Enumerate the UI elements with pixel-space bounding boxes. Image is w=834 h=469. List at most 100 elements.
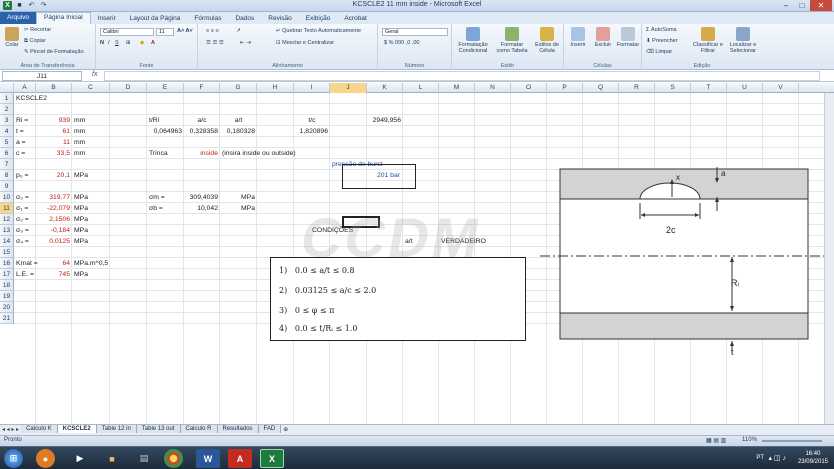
align-top-icon[interactable]: ≡ ≡ ≡ [206, 28, 219, 34]
column-header-n[interactable]: N [475, 83, 511, 93]
cell-a6[interactable]: c = [16, 148, 34, 159]
cell-g4[interactable]: 0,180328 [222, 126, 255, 137]
borders-icon[interactable]: ⊞ [126, 40, 131, 46]
cell-a8[interactable]: p₀ = [16, 170, 34, 181]
row-header-20[interactable]: 20 [0, 302, 14, 313]
vertical-scrollbar[interactable] [824, 93, 834, 424]
start-button[interactable]: ⊞ [4, 449, 23, 468]
cell-b11[interactable]: -22,079 [38, 203, 70, 214]
cell-b14[interactable]: 0,0125 [38, 236, 70, 247]
cell-e3[interactable]: t/Ri [149, 115, 182, 126]
tab-page-layout[interactable]: Layout da Página [123, 14, 188, 24]
row-header-3[interactable]: 3 [0, 115, 14, 126]
cell-e11[interactable]: σb = [149, 203, 182, 214]
delete-cells-button[interactable]: Excluir [591, 27, 615, 48]
cell-k3[interactable]: 2949,956 [369, 115, 401, 126]
column-header-q[interactable]: Q [583, 83, 619, 93]
merge-center-button[interactable]: ⊡ Mesclar e Centralizar [276, 40, 334, 46]
cell-f6[interactable]: inside [186, 148, 218, 159]
cell-g10[interactable]: MPa [222, 192, 255, 203]
cell-a10[interactable]: σ₀ = [16, 192, 34, 203]
cell-b13[interactable]: -0,184 [38, 225, 70, 236]
paste-button[interactable]: Colar [3, 27, 21, 48]
cell-b16[interactable]: 64 [38, 258, 70, 269]
cell-f4[interactable]: 0,328358 [186, 126, 218, 137]
sheet-nav-icon[interactable]: ◂ ◂ ▸ ▸ [0, 425, 21, 434]
cell-g11[interactable]: MPa [222, 203, 255, 214]
sheet-tab-table-12-in[interactable]: Table 12 in [96, 425, 137, 433]
zoom-slider[interactable] [762, 440, 822, 442]
cut-button[interactable]: ✂ Recortar [24, 27, 51, 33]
fill-color-icon[interactable]: ◆ [140, 40, 144, 46]
cell-a1[interactable]: KCSCLE2 [16, 93, 47, 104]
row-header-7[interactable]: 7 [0, 159, 14, 170]
function-icon[interactable]: fx [92, 71, 97, 78]
font-size-combo[interactable]: 11 [156, 28, 174, 36]
cell-i4[interactable]: 1,820896 [296, 126, 328, 137]
media-player-icon[interactable]: ▶ [68, 449, 92, 468]
row-header-16[interactable]: 16 [0, 258, 14, 269]
cell-c11[interactable]: MPa [74, 203, 108, 214]
cell-a16[interactable]: Kmat = [16, 258, 38, 269]
cell-e4[interactable]: 0,064963 [149, 126, 182, 137]
row-header-12[interactable]: 12 [0, 214, 14, 225]
grow-font-button[interactable]: A˄ A˅ [177, 28, 193, 34]
cell-a13[interactable]: σ₃ = [16, 225, 34, 236]
format-table-button[interactable]: Formatar como Tabela [494, 27, 530, 54]
cell-styles-button[interactable]: Estilos de Célula [532, 27, 562, 54]
wrap-text-button[interactable]: ↵ Quebrar Texto Automaticamente [276, 28, 361, 34]
cell-a11[interactable]: σ₁ = [16, 203, 34, 214]
insert-cells-button[interactable]: Inserir [566, 27, 590, 48]
clear-button[interactable]: ⌫ Limpar [646, 49, 672, 55]
cell-a14[interactable]: σ₄ = [16, 236, 34, 247]
tab-formulas[interactable]: Fórmulas [187, 14, 228, 24]
row-header-11[interactable]: 11 [0, 203, 14, 214]
tab-file[interactable]: Arquivo [0, 12, 37, 24]
cell-c4[interactable]: mm [74, 126, 108, 137]
indent-icon[interactable]: ⇤ ⇥ [240, 40, 251, 46]
cell-b17[interactable]: 745 [38, 269, 70, 280]
column-header-k[interactable]: K [367, 83, 403, 93]
column-header-s[interactable]: S [655, 83, 691, 93]
cell-a5[interactable]: a = [16, 137, 34, 148]
tab-review[interactable]: Revisão [261, 14, 298, 24]
tab-acrobat[interactable]: Acrobat [337, 14, 373, 24]
column-header-e[interactable]: E [147, 83, 184, 93]
number-format-combo[interactable]: Geral [382, 28, 448, 36]
column-header-b[interactable]: B [36, 83, 72, 93]
sheet-tab-calculo-k[interactable]: Calculo K [21, 425, 58, 433]
column-header-r[interactable]: R [619, 83, 655, 93]
maximize-button[interactable]: □ [794, 0, 810, 11]
sheet-tab-kcscle2[interactable]: KCSCLE2 [57, 425, 97, 433]
cell-g6[interactable]: (insira inside ou outside) [222, 148, 296, 159]
currency-icon[interactable]: $ % 000 ,0 ,00 [384, 40, 419, 46]
row-header-17[interactable]: 17 [0, 269, 14, 280]
cell-f11[interactable]: 10,042 [186, 203, 218, 214]
language-indicator[interactable]: PT [756, 455, 764, 461]
firefox-icon[interactable]: ● [36, 449, 55, 468]
row-header-5[interactable]: 5 [0, 137, 14, 148]
sheet-tab-table-13-out[interactable]: Table 13 out [136, 425, 181, 433]
tray-icons[interactable]: ▴ ◫ ♪ [768, 454, 786, 462]
column-header-a[interactable]: A [14, 83, 36, 93]
row-header-21[interactable]: 21 [0, 313, 14, 324]
column-header-c[interactable]: C [72, 83, 110, 93]
tab-insert[interactable]: Inserir [91, 14, 123, 24]
sheet-tab-resultados[interactable]: Resultados [217, 425, 259, 433]
cell-c17[interactable]: MPa [74, 269, 108, 280]
italic-button[interactable]: I [108, 40, 110, 46]
bold-button[interactable]: N [100, 40, 104, 46]
cell-b5[interactable]: 11 [38, 137, 70, 148]
formula-input[interactable] [104, 71, 820, 81]
column-header-t[interactable]: T [691, 83, 727, 93]
cell-e10[interactable]: σm = [149, 192, 182, 203]
cell-f3[interactable]: a/c [186, 115, 218, 126]
sort-filter-button[interactable]: Classificar e Filtrar [692, 27, 724, 54]
row-header-13[interactable]: 13 [0, 225, 14, 236]
row-header-14[interactable]: 14 [0, 236, 14, 247]
row-header-9[interactable]: 9 [0, 181, 14, 192]
sheet-tab-fad[interactable]: FAD [258, 425, 282, 433]
column-header-p[interactable]: P [547, 83, 583, 93]
column-header-u[interactable]: U [727, 83, 763, 93]
cell-c10[interactable]: MPa [74, 192, 108, 203]
